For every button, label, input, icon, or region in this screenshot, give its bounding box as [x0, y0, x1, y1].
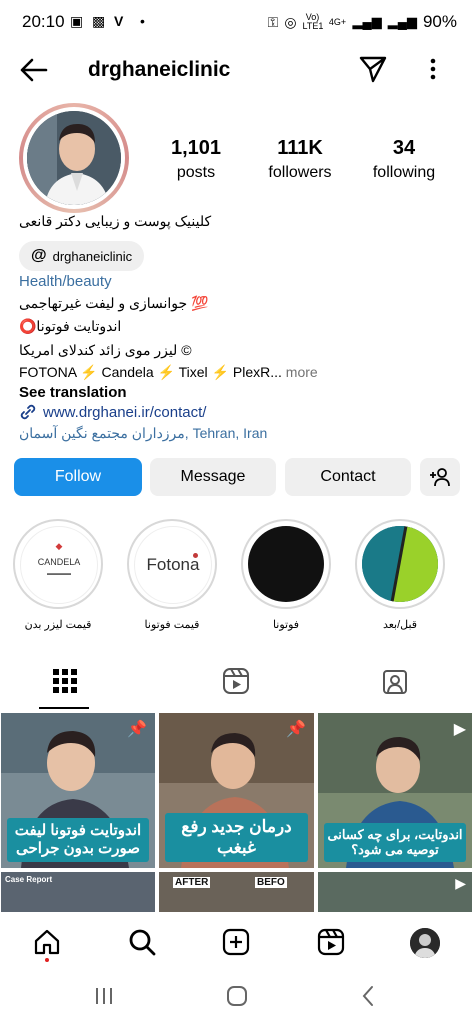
- highlight-caption: قیمت فوتونا: [144, 619, 200, 631]
- network-label: 4G+: [328, 16, 347, 27]
- posts-count: 1,101: [170, 137, 222, 159]
- bio-brands-line: FOTONA ⚡ Candela ⚡ Tixel ⚡ PlexR... more: [19, 364, 318, 381]
- following-label: following: [372, 164, 436, 181]
- post-tile[interactable]: 📌 درمان جدید رفع غبغب: [159, 713, 314, 868]
- back-button-icon[interactable]: [360, 985, 376, 1007]
- posts-grid: 📌 اندوتایت فوتونا لیفت صورت بدون جراحی 📌…: [0, 713, 473, 913]
- posts-stat[interactable]: 1,101 posts: [141, 137, 251, 182]
- followers-stat[interactable]: 111K followers: [245, 137, 355, 182]
- bio-brands: FOTONA ⚡ Candela ⚡ Tixel ⚡ PlexR...: [19, 364, 282, 380]
- candela-logo-text: CANDELA: [37, 557, 81, 567]
- bottom-nav: [0, 912, 473, 972]
- post-tile[interactable]: ▶ اندوتایت، برای چه کسانی توصیه می شود؟: [318, 713, 472, 868]
- tagged-tab-icon[interactable]: [381, 667, 409, 695]
- profile-avatar-thumb: [410, 928, 440, 958]
- highlight-fotona[interactable]: فوتونا: [241, 519, 331, 631]
- create-post-icon[interactable]: [222, 928, 250, 956]
- bio-line-3: © لیزر موی زائد کندلای امریکا: [19, 342, 192, 358]
- post-banner-text: اندوتایت، برای چه کسانی توصیه می شود؟: [324, 822, 466, 862]
- threads-handle: drghaneiclinic: [52, 248, 133, 264]
- highlight-fotona-price[interactable]: Fotona قیمت فوتونا: [127, 519, 217, 631]
- link-icon: [20, 404, 36, 420]
- pinned-icon: 📌: [127, 721, 147, 738]
- pinned-icon: 📌: [286, 721, 306, 738]
- home-icon[interactable]: [33, 928, 61, 956]
- active-tab-indicator: [39, 707, 89, 709]
- following-count: 34: [392, 137, 416, 159]
- post-banner-text: اندوتایت فوتونا لیفت صورت بدون جراحی: [7, 818, 149, 862]
- profile-avatar-icon[interactable]: [410, 928, 440, 958]
- add-person-icon: [430, 468, 450, 487]
- contact-button[interactable]: Contact: [285, 458, 411, 496]
- home-button-icon[interactable]: [226, 985, 248, 1007]
- website-link[interactable]: www.drghanei.ir/contact/: [19, 403, 206, 421]
- following-stat[interactable]: 34 following: [349, 137, 459, 182]
- recent-apps-icon[interactable]: [94, 986, 114, 1006]
- grid-tab-icon[interactable]: [52, 668, 78, 694]
- threads-icon: @: [31, 247, 47, 264]
- key-icon: ⚿: [267, 13, 279, 30]
- post-tile[interactable]: 📌 اندوتایت فوتونا لیفت صورت بدون جراحی: [1, 713, 155, 868]
- followers-count: 111K: [277, 137, 323, 159]
- status-time: 20:10: [22, 12, 65, 31]
- profile-category: Health/beauty: [19, 273, 112, 290]
- signal-icon-2: ▂▄▆: [387, 14, 417, 29]
- avatar-photo: [27, 111, 121, 205]
- bio-line-2: اندوتایت فوتونا⭕: [19, 318, 122, 334]
- post-tile[interactable]: ▶: [318, 872, 472, 913]
- before-label: BEFO: [255, 877, 287, 888]
- bio-line-1: 💯 جوانسازی و لیفت غیرتهاجمی: [19, 295, 209, 311]
- post-tile[interactable]: AFTER BEFO: [159, 872, 314, 913]
- v-app-icon: V: [114, 13, 124, 29]
- reels-icon[interactable]: [317, 928, 345, 956]
- send-message-icon[interactable]: [358, 54, 388, 84]
- case-report-label: Case Report: [5, 875, 53, 884]
- system-nav-bar: [0, 972, 473, 1024]
- reel-icon: ▶: [453, 721, 466, 738]
- gallery-icon: ▣: [70, 13, 84, 29]
- photo-icon: ▩: [92, 13, 106, 29]
- signal-icon: ▂▄▆: [352, 14, 382, 29]
- message-button[interactable]: Message: [150, 458, 276, 496]
- search-icon[interactable]: [128, 928, 156, 956]
- suggested-users-button[interactable]: [420, 458, 460, 496]
- posts-label: posts: [176, 164, 216, 181]
- post-tile[interactable]: Case Report: [1, 872, 155, 913]
- battery-label: 90%: [422, 12, 457, 31]
- more-link[interactable]: more: [286, 364, 318, 380]
- status-bar: 20:10 ▣ ▩ V • ⚿ ◎ Vo) LTE1 4G+ ▂▄▆ ▂▄▆ 9…: [0, 0, 473, 46]
- profile-tabs: [0, 660, 473, 710]
- after-label: AFTER: [173, 877, 211, 888]
- follow-button[interactable]: Follow: [14, 458, 142, 496]
- reel-icon: ▶: [455, 875, 466, 891]
- profile-username: drghaneiclinic: [88, 58, 231, 81]
- website-url: www.drghanei.ir/contact/: [43, 403, 207, 421]
- carrier-label: Vo) LTE1: [302, 12, 324, 31]
- threads-badge[interactable]: @ drghaneiclinic: [19, 241, 145, 271]
- profile-avatar[interactable]: [19, 103, 129, 213]
- profile-display-name: کلینیک پوست و زیبایی دکتر قانعی: [19, 213, 212, 229]
- followers-label: followers: [268, 164, 332, 181]
- dot-icon: •: [140, 13, 145, 29]
- highlight-caption: فوتونا: [272, 619, 300, 631]
- hotspot-icon: ◎: [284, 13, 297, 30]
- location-address[interactable]: مرزداران مجتمع نگین آسمان, Tehran, Iran: [19, 425, 267, 442]
- back-arrow-icon[interactable]: [18, 56, 50, 84]
- more-options-icon[interactable]: [424, 56, 442, 82]
- highlight-caption: قبل/بعد: [382, 619, 418, 631]
- highlight-before-after[interactable]: قبل/بعد: [355, 519, 445, 631]
- highlight-laser-body[interactable]: ◆ CANDELA ▬▬▬▬ قیمت لیزر بدن: [13, 519, 103, 631]
- fotona-logo-text: Fotona: [146, 555, 200, 574]
- before-after-graphic: [362, 526, 438, 602]
- see-translation-link[interactable]: See translation: [19, 384, 127, 401]
- highlight-caption: قیمت لیزر بدن: [24, 619, 92, 631]
- reels-tab-icon[interactable]: [222, 667, 250, 695]
- post-banner-text: درمان جدید رفع غبغب: [165, 813, 308, 862]
- notification-dot: [45, 958, 49, 962]
